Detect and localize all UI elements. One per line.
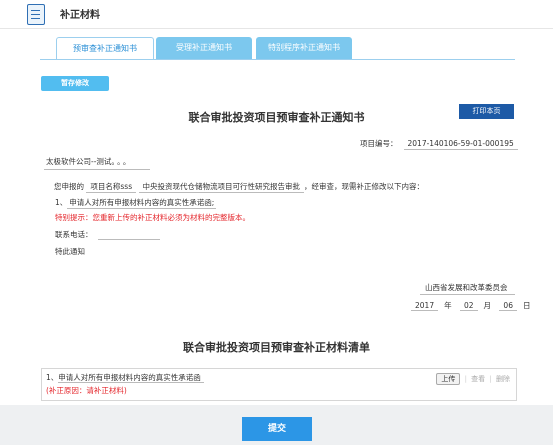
save-draft-button[interactable]: 暂存修改 xyxy=(41,76,109,91)
list-item-text: 申请人对所有申报材料内容的真实性承诺函 xyxy=(58,373,204,383)
materials-list: 1、申请人对所有申报材料内容的真实性承诺函 (补正原因：请补正材料) 上传 | … xyxy=(41,368,517,401)
page-title: 补正材料 xyxy=(60,10,100,21)
footer-bar: 提交 xyxy=(0,405,553,445)
date-month-unit: 月 xyxy=(483,301,492,310)
contact-phone-underline xyxy=(98,239,160,240)
issue-date: 2017 年 02 月 06 日 xyxy=(411,300,536,311)
intro-project-name: 中央投资现代仓储物流项目可行性研究报告审批 xyxy=(138,181,305,193)
list-item: 1、申请人对所有申报材料内容的真实性承诺函 xyxy=(46,372,204,383)
print-page-button[interactable]: 打印本页 xyxy=(459,104,514,119)
contact-phone-label: 联系电话： xyxy=(55,230,93,239)
action-separator: | xyxy=(464,375,467,383)
action-separator: | xyxy=(489,375,492,383)
issuing-agency: 山西省发展和改革委员会 xyxy=(425,283,508,292)
required-item-index: 1、 xyxy=(55,198,68,207)
closing-text: 特此通知 xyxy=(55,247,85,256)
document-icon xyxy=(27,4,45,25)
list-item-reason: (补正原因：请补正材料) xyxy=(46,386,127,395)
intro-suffix: ，经审查，现需补正修改以下内容： xyxy=(304,182,425,191)
project-number-value: 2017-140106-59-01-000195 xyxy=(403,139,518,150)
date-year-unit: 年 xyxy=(444,301,452,310)
date-day-unit: 日 xyxy=(522,301,531,310)
submit-button[interactable]: 提交 xyxy=(242,417,312,441)
tab-precheck-notice[interactable]: 预审查补正通知书 xyxy=(56,37,154,60)
agency-underline xyxy=(420,294,515,295)
company-name-text: 太极软件公司--测试 xyxy=(46,157,112,166)
notice-intro: 您申报的 项目名称sss 中央投资现代仓储物流项目可行性研究报告审批 ，经审查，现… xyxy=(54,181,424,193)
page-header: 补正材料 xyxy=(0,0,553,28)
main-panel: 预审查补正通知书 受理补正通知书 特别程序补正通知书 暂存修改 联合审批投资项目… xyxy=(0,28,553,406)
contact-phone: 联系电话： xyxy=(55,229,93,240)
tab-divider xyxy=(40,59,515,60)
required-item-text: 申请人对所有申报材料内容的真实性承诺函; xyxy=(67,198,217,209)
view-link[interactable]: 查看 xyxy=(471,375,485,383)
project-number-label: 项目编号： xyxy=(360,139,398,148)
date-day: 06 xyxy=(499,301,517,311)
list-item-actions: 上传 | 查看 | 删除 xyxy=(436,373,510,385)
company-underline xyxy=(44,169,150,170)
company-name: 太极软件公司--测试。。。 xyxy=(46,156,132,167)
company-name-suffix: 。。。 xyxy=(111,157,133,166)
upload-button[interactable]: 上传 xyxy=(436,373,461,385)
date-month: 02 xyxy=(459,301,478,311)
list-item-index: 1、 xyxy=(46,373,59,382)
delete-link[interactable]: 删除 xyxy=(496,375,510,383)
tab-acceptance-notice[interactable]: 受理补正通知书 xyxy=(156,37,252,59)
date-year: 2017 xyxy=(411,301,439,311)
special-tip: 特别提示：您重新上传的补正材料必须为材料的完整版本。 xyxy=(55,213,250,222)
materials-list-title: 联合审批投资项目预审查补正材料清单 xyxy=(183,341,370,354)
project-number: 项目编号： 2017-140106-59-01-000195 xyxy=(360,138,518,150)
tab-special-procedure-notice[interactable]: 特别程序补正通知书 xyxy=(256,37,352,59)
required-item: 1、 申请人对所有申报材料内容的真实性承诺函; xyxy=(55,197,217,209)
intro-prefix: 您申报的 xyxy=(54,182,84,191)
intro-project-field: 项目名称sss xyxy=(86,181,137,193)
